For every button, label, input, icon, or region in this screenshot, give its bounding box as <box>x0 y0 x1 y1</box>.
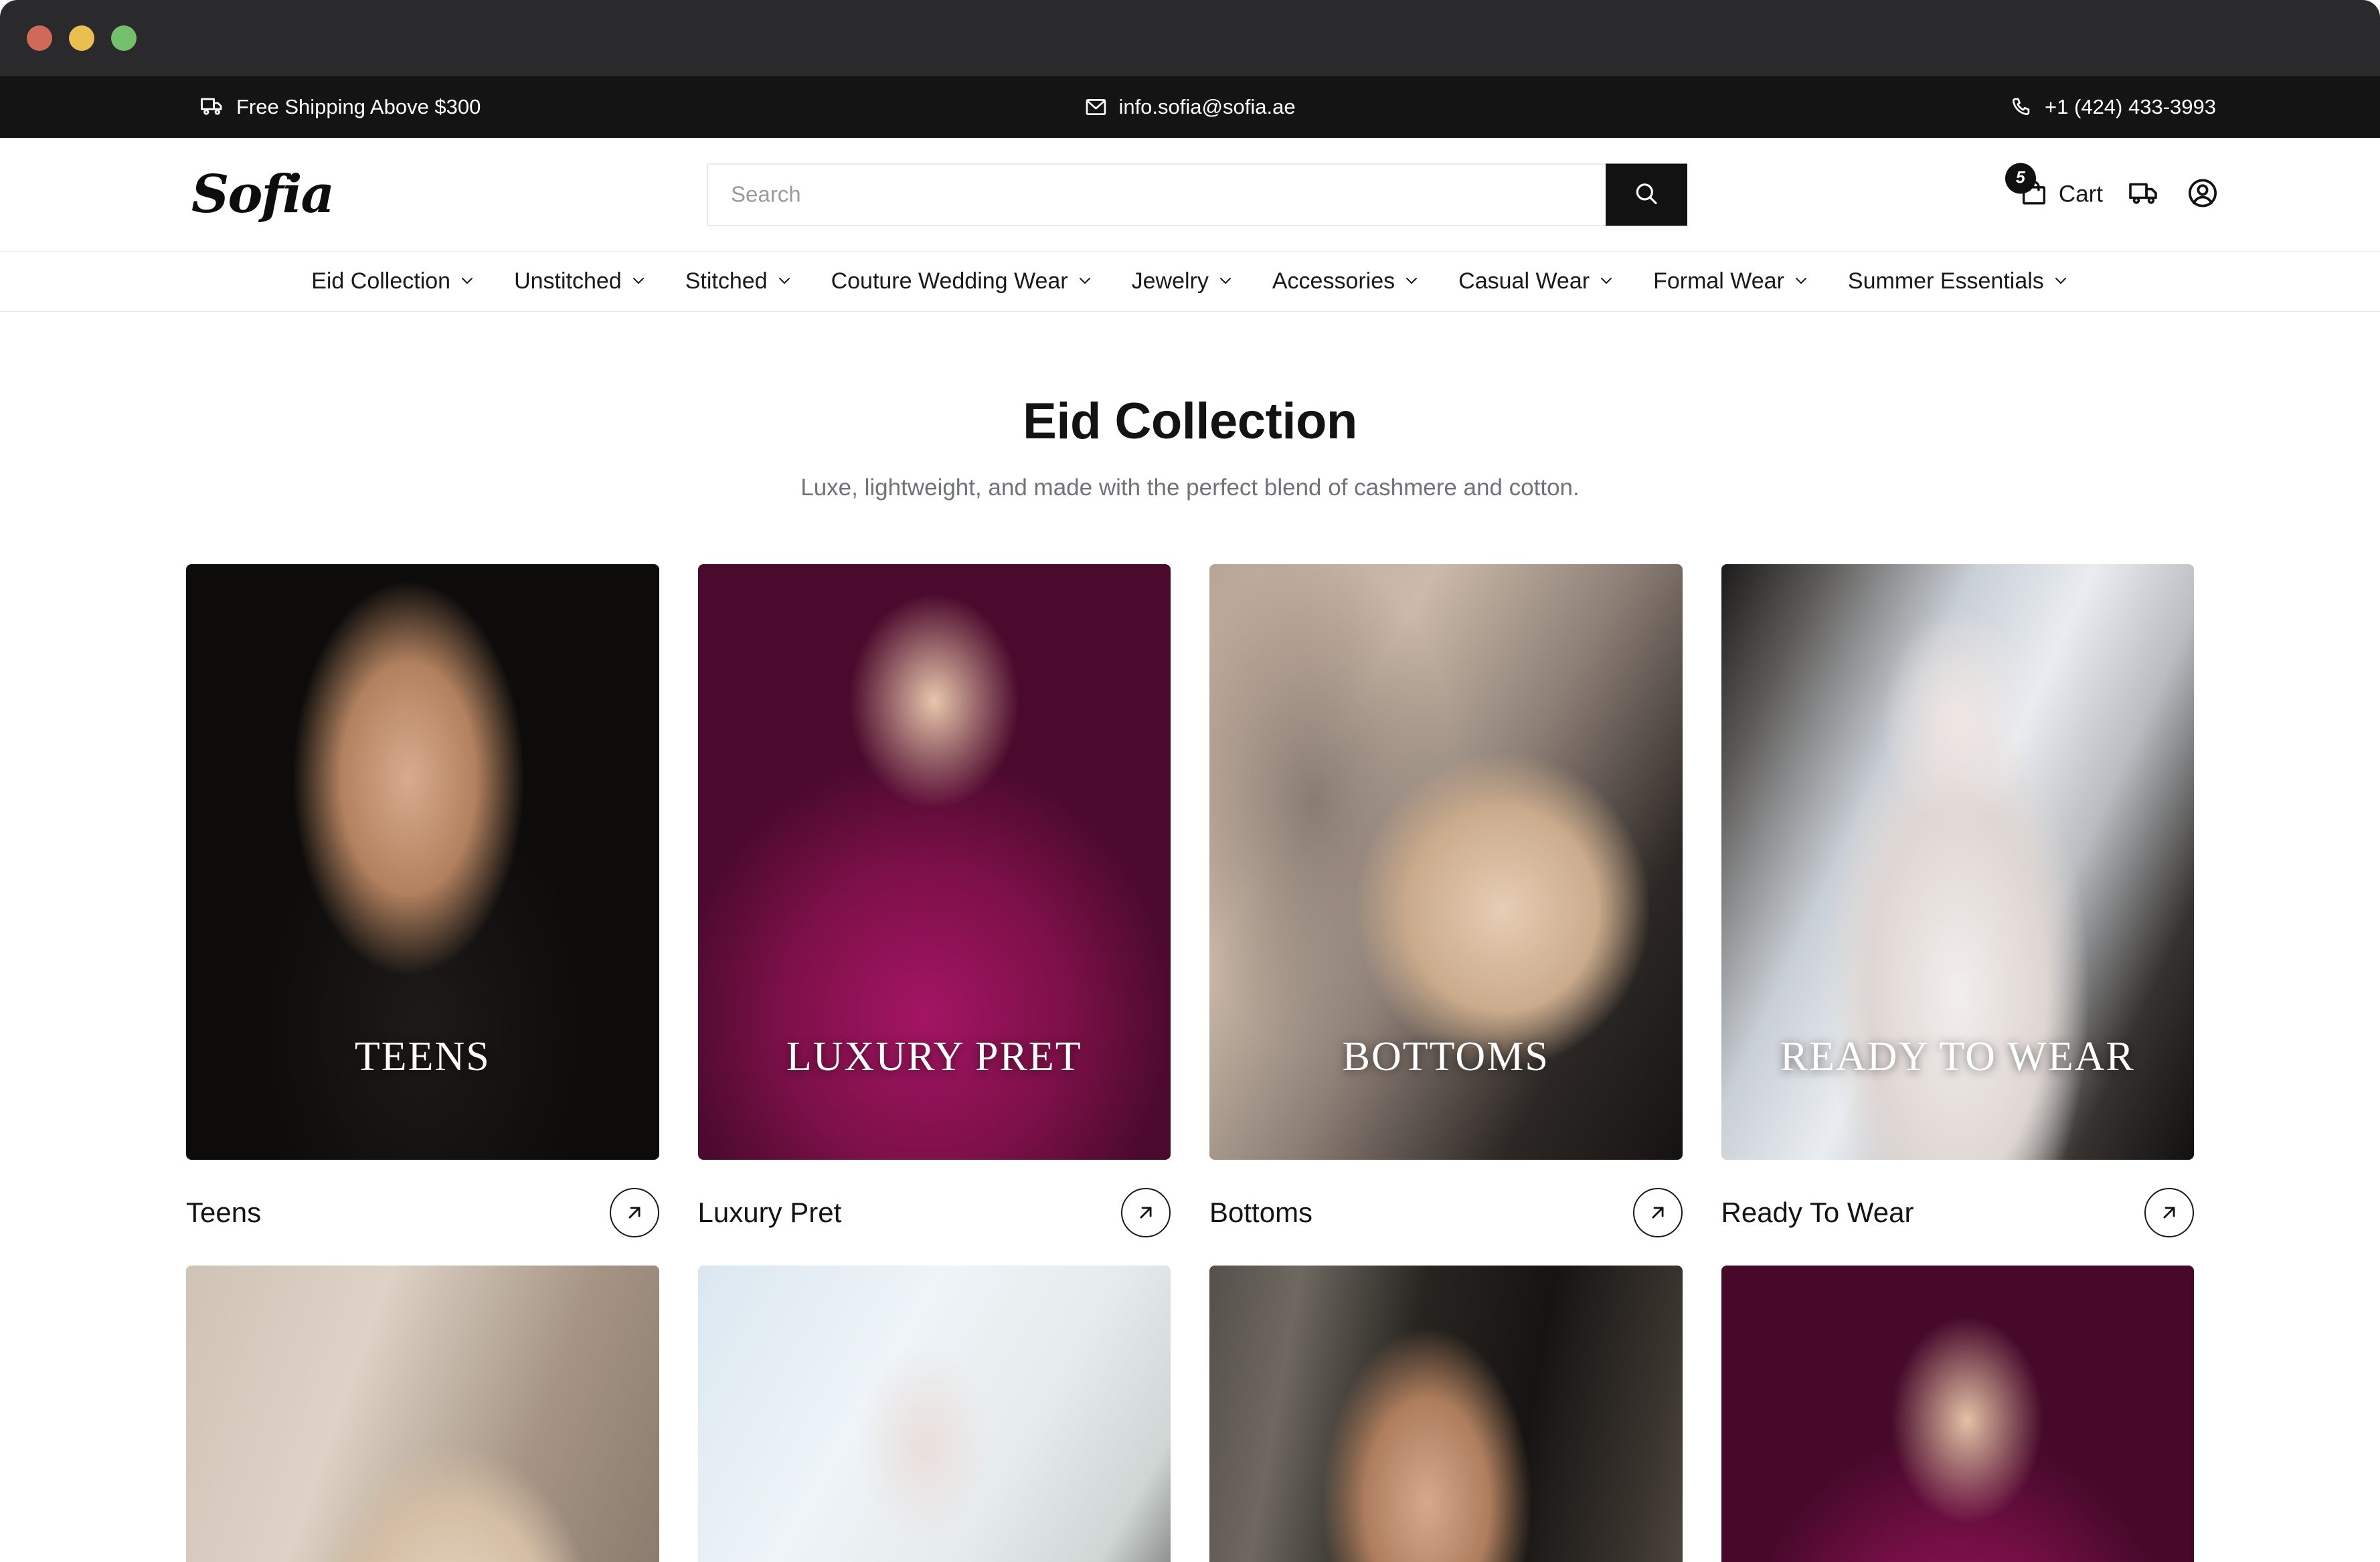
chevron-down-icon <box>459 268 475 294</box>
arrow-up-right-icon[interactable] <box>1121 1188 1171 1237</box>
collection-card-title: Luxury Pret <box>697 1197 842 1228</box>
collection-card-image[interactable]: READY TO WEAR <box>1721 564 2194 1160</box>
envelope-icon <box>1084 96 1107 118</box>
page-subtitle: Luxe, lightweight, and made with the per… <box>800 474 1580 501</box>
free-shipping-text: Free Shipping Above $300 <box>236 95 481 118</box>
nav-item-label: Couture Wedding Wear <box>831 268 1068 294</box>
chevron-down-icon <box>776 268 792 294</box>
collection-card-image[interactable] <box>1209 1266 1683 1562</box>
nav-item-label: Casual Wear <box>1458 268 1590 294</box>
collection-card-image[interactable] <box>697 1266 1171 1562</box>
collection-card-luxury-pret: LUXURY PRET Luxury Pret <box>697 564 1171 1237</box>
nav-item-label: Unstitched <box>514 268 622 294</box>
contact-phone-text: +1 (424) 433-3993 <box>2045 95 2216 118</box>
collection-card-row2-4 <box>1721 1266 2194 1562</box>
nav-item-label: Eid Collection <box>311 268 451 294</box>
nav-item-unstitched[interactable]: Unstitched <box>514 268 647 294</box>
chevron-down-icon <box>1077 268 1093 294</box>
collection-card-footer: Bottoms <box>1209 1188 1683 1237</box>
collection-card-image[interactable] <box>186 1266 659 1562</box>
chevron-down-icon <box>1793 268 1809 294</box>
collection-card-title: Ready To Wear <box>1721 1197 1914 1228</box>
chevron-down-icon <box>630 268 647 294</box>
chevron-down-icon <box>1217 268 1234 294</box>
page-title: Eid Collection <box>1023 393 1357 450</box>
nav-item-summer-essentials[interactable]: Summer Essentials <box>1848 268 2069 294</box>
chevron-down-icon <box>1598 268 1614 294</box>
nav-item-label: Stitched <box>685 268 768 294</box>
search-bar <box>707 163 1687 226</box>
collection-card-row2-3 <box>1209 1266 1683 1562</box>
collection-card-image[interactable] <box>1721 1266 2194 1562</box>
search-icon <box>1632 179 1661 209</box>
contact-email[interactable]: info.sofia@sofia.ae <box>1084 95 1296 119</box>
contact-email-text: info.sofia@sofia.ae <box>1118 95 1296 118</box>
collection-card-footer: Ready To Wear <box>1721 1188 2194 1237</box>
main-content: Eid Collection Luxe, lightweight, and ma… <box>0 312 2380 1562</box>
header-actions: 5 Cart <box>2005 163 2219 213</box>
collection-card-image[interactable]: BOTTOMS <box>1209 564 1683 1160</box>
chevron-down-icon <box>2053 268 2069 294</box>
window-minimize-button[interactable] <box>69 25 94 51</box>
collection-card-footer: Luxury Pret <box>698 1188 1171 1237</box>
contact-phone[interactable]: +1 (424) 433-3993 <box>2011 95 2216 119</box>
arrow-up-right-icon[interactable] <box>609 1188 659 1237</box>
collection-card-image[interactable]: TEENS <box>186 564 659 1160</box>
nav-item-couture-wedding-wear[interactable]: Couture Wedding Wear <box>831 268 1093 294</box>
free-shipping-notice: Free Shipping Above $300 <box>201 95 481 119</box>
collection-card-footer: Teens <box>186 1188 659 1237</box>
arrow-up-right-icon[interactable] <box>2144 1188 2194 1237</box>
nav-item-eid-collection[interactable]: Eid Collection <box>311 268 475 294</box>
window-close-button[interactable] <box>27 25 52 51</box>
delivery-truck-icon[interactable] <box>2128 177 2160 212</box>
nav-item-casual-wear[interactable]: Casual Wear <box>1458 268 1614 294</box>
window-maximize-button[interactable] <box>111 25 137 51</box>
nav-item-label: Formal Wear <box>1653 268 1784 294</box>
nav-item-stitched[interactable]: Stitched <box>685 268 792 294</box>
arrow-up-right-icon[interactable] <box>1632 1188 1683 1237</box>
collection-card-teens: TEENS Teens <box>186 564 659 1237</box>
search-submit-button[interactable] <box>1606 163 1687 226</box>
site-logo[interactable]: Sofia <box>191 168 335 221</box>
collection-card-bottoms: BOTTOMS Bottoms <box>1209 564 1683 1237</box>
collection-card-overlay-text: TEENS <box>354 1034 491 1079</box>
cart-button[interactable]: 5 Cart <box>2005 163 2103 211</box>
nav-item-label: Accessories <box>1272 268 1395 294</box>
announcement-bar: Free Shipping Above $300 info.sofia@sofi… <box>0 76 2380 138</box>
user-account-icon[interactable] <box>2186 176 2219 213</box>
nav-item-jewelry[interactable]: Jewelry <box>1132 268 1234 294</box>
collection-card-row2-1 <box>186 1266 659 1562</box>
cart-icon: 5 <box>2005 163 2049 211</box>
nav-item-label: Jewelry <box>1131 268 1209 294</box>
chevron-down-icon <box>1404 268 1420 294</box>
truck-icon <box>201 95 225 119</box>
collection-card-row2-2 <box>697 1266 1171 1562</box>
collection-card-ready-to-wear: READY TO WEAR Ready To Wear <box>1721 564 2194 1237</box>
search-input[interactable] <box>707 163 1606 226</box>
collection-card-image[interactable]: LUXURY PRET <box>697 564 1171 1160</box>
nav-item-label: Summer Essentials <box>1847 268 2044 294</box>
window-titlebar <box>0 0 2380 76</box>
collection-card-overlay-text: BOTTOMS <box>1342 1034 1549 1079</box>
main-navigation: Eid Collection Unstitched Stitched Coutu… <box>0 252 2380 312</box>
collection-grid: TEENS Teens LUXURY PRET Luxury Pret BOTT… <box>186 564 2194 1562</box>
collection-card-title: Teens <box>186 1197 262 1228</box>
collection-card-title: Bottoms <box>1209 1197 1313 1228</box>
nav-item-formal-wear[interactable]: Formal Wear <box>1653 268 1809 294</box>
collection-card-overlay-text: LUXURY PRET <box>786 1034 1082 1079</box>
nav-item-accessories[interactable]: Accessories <box>1272 268 1420 294</box>
collection-card-overlay-text: READY TO WEAR <box>1780 1034 2135 1079</box>
phone-icon <box>2011 96 2033 118</box>
cart-count-badge: 5 <box>2005 163 2036 193</box>
site-header: Sofia 5 Cart <box>0 138 2380 252</box>
cart-label: Cart <box>2058 181 2103 207</box>
